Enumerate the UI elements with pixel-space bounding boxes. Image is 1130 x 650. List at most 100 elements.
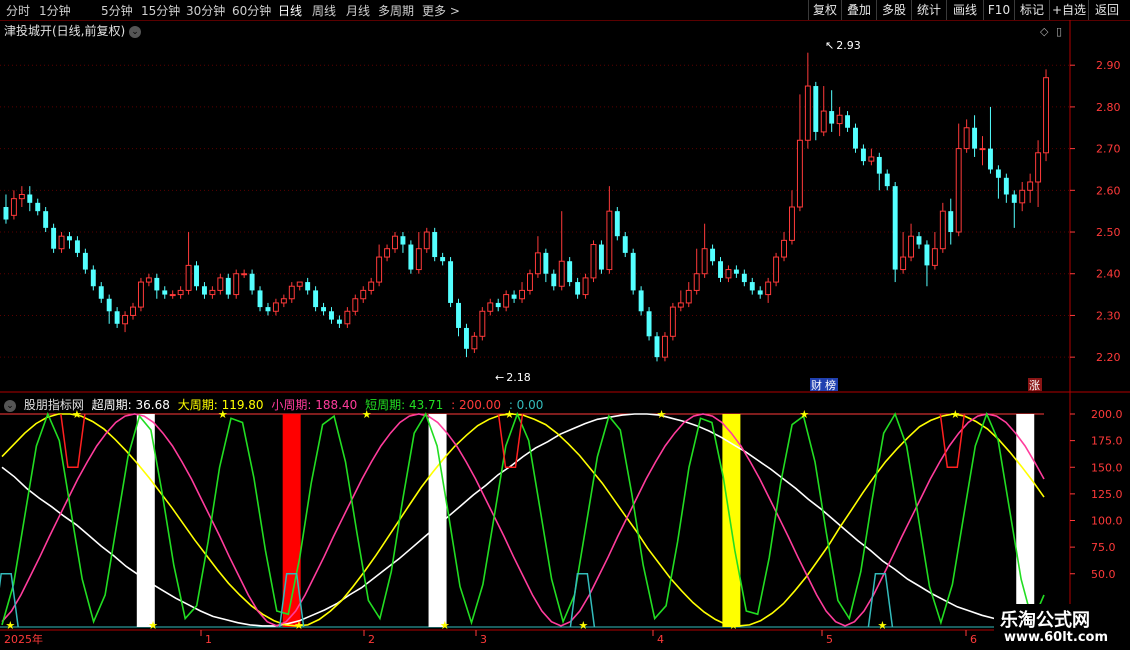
overlay-button[interactable]: 叠加 [841,0,876,20]
candle-body-up [415,248,422,271]
candle-body-up [661,335,668,358]
watermark-url: www.60lt.com [1004,630,1109,645]
candle-body-down [432,232,438,258]
high-arrow-icon: ↖ [825,39,834,52]
f10-button[interactable]: F10 [983,0,1014,20]
restore-rights-button[interactable]: 复权 [808,0,841,20]
tab-15min[interactable]: 15分钟 [141,2,180,19]
candle-body-up [288,285,295,300]
candle-body-down [400,236,406,245]
y-tick-label: 2.20 [1096,351,1121,364]
candle-body-down [749,282,755,291]
candle-body-up [820,110,827,133]
tab-weekly[interactable]: 周线 [312,2,336,19]
add-watchlist-button[interactable]: +自选 [1049,0,1088,20]
candle-body-up [272,302,279,312]
frame-icon[interactable]: ▯ [1056,25,1062,38]
tab-5min[interactable]: 5分钟 [101,2,133,19]
candle-body-down [916,236,922,245]
chevron-down-icon[interactable]: ⌄ [129,25,142,38]
star-icon: ★ [148,619,158,632]
chevron-down-icon[interactable]: ⌄ [4,399,16,412]
period-toolbar: 分时 1分钟 5分钟 15分钟 30分钟 60分钟 日线 周线 月线 多周期 更… [0,0,1130,21]
candle-body-up [590,244,597,279]
indicator-value-lower: : 0.00 [508,398,544,412]
drawing-button[interactable]: 画线 [946,0,983,20]
limit-badge-bg [1028,378,1042,391]
candle-body-up [781,239,787,258]
candle-body-down [154,277,160,291]
indicator-value-upper: : 200.00 [451,398,501,412]
candle-body-up [209,289,216,296]
signal-bar [1016,414,1035,627]
candle-body-up [765,281,772,296]
signal-bar [136,414,155,627]
candle-body-up [137,281,144,308]
tab-daily[interactable]: 日线 [278,2,302,19]
candle-body-down [853,127,858,149]
y-tick-label: 2.50 [1096,226,1121,239]
mark-button[interactable]: 标记 [1014,0,1049,20]
finance-badge[interactable]: 财 [811,378,822,392]
tab-30min[interactable]: 30分钟 [186,2,225,19]
candle-body-up [534,252,541,275]
candle-body-up [233,273,240,296]
candle-body-down [829,111,835,124]
ind-y-tick-label: 100.0 [1091,515,1123,528]
candle-body-down [35,202,41,212]
indicator-value-super: 超周期: 36.68 [91,398,170,412]
finance-badge-bg [810,378,824,391]
tab-multi-period[interactable]: 多周期 [378,2,414,19]
candle-body-up [1035,152,1042,183]
indicator-name[interactable]: 股朋指标网 [24,398,84,412]
candle-body-down [51,227,57,249]
tab-1min[interactable]: 1分钟 [39,2,71,19]
candle-body-up [344,310,351,325]
indicator-line-2 [1,413,1045,627]
candle-body-up [241,273,248,276]
candle-body-down [336,319,342,324]
candle-body-down [456,302,461,328]
candle-body-up [376,256,383,283]
candle-body-up [384,248,391,258]
y-tick-label: 2.60 [1096,184,1121,197]
candle-body-up [558,260,565,287]
statistics-button[interactable]: 统计 [911,0,946,20]
candle-body-up [979,148,986,151]
candle-body-down [67,236,72,241]
candle-body-up [471,335,478,350]
candle-body-up [352,298,359,312]
candle-body-up [773,256,780,283]
candle-body-down [622,236,628,253]
candle-body-up [503,294,510,308]
candle-body-down [630,252,636,291]
candle-body-down [813,86,819,132]
low-marker: ← 2.18 [495,371,531,384]
tab-timeshare[interactable]: 分时 [6,2,30,19]
candle-body-up [423,231,430,250]
candle-body-up [606,210,613,271]
ind-y-tick-label: 125.0 [1091,488,1123,501]
limit-badge[interactable]: 涨 [1029,379,1040,392]
candle-body-down [845,115,851,128]
tab-more[interactable]: 更多 > [422,2,460,19]
multi-stock-button[interactable]: 多股 [876,0,911,20]
chart-canvas[interactable]: ★★★★★★★★★★★★★★ 2.902.802.702.602.502.402… [0,0,1130,650]
back-button[interactable]: 返回 [1088,0,1125,20]
candle-body-up [908,235,915,258]
tab-60min[interactable]: 60分钟 [232,2,271,19]
candle-body-up [130,306,136,316]
candle-body-down [884,173,890,187]
finance-badge-2[interactable]: 榜 [825,378,836,392]
candle-body-up [939,210,946,250]
candle-body-up [368,281,375,291]
candle-body-up [479,310,486,337]
candle-body-up [296,281,303,287]
stock-title-text: 津投城开(日线,前复权) [4,24,126,38]
x-tick-label: 3 [480,633,487,646]
candle-body-down [948,211,954,233]
tab-monthly[interactable]: 月线 [346,2,370,19]
candle-body-up [1043,77,1049,154]
diamond-icon[interactable]: ◇ [1040,25,1049,38]
candle-body-down [575,282,581,295]
